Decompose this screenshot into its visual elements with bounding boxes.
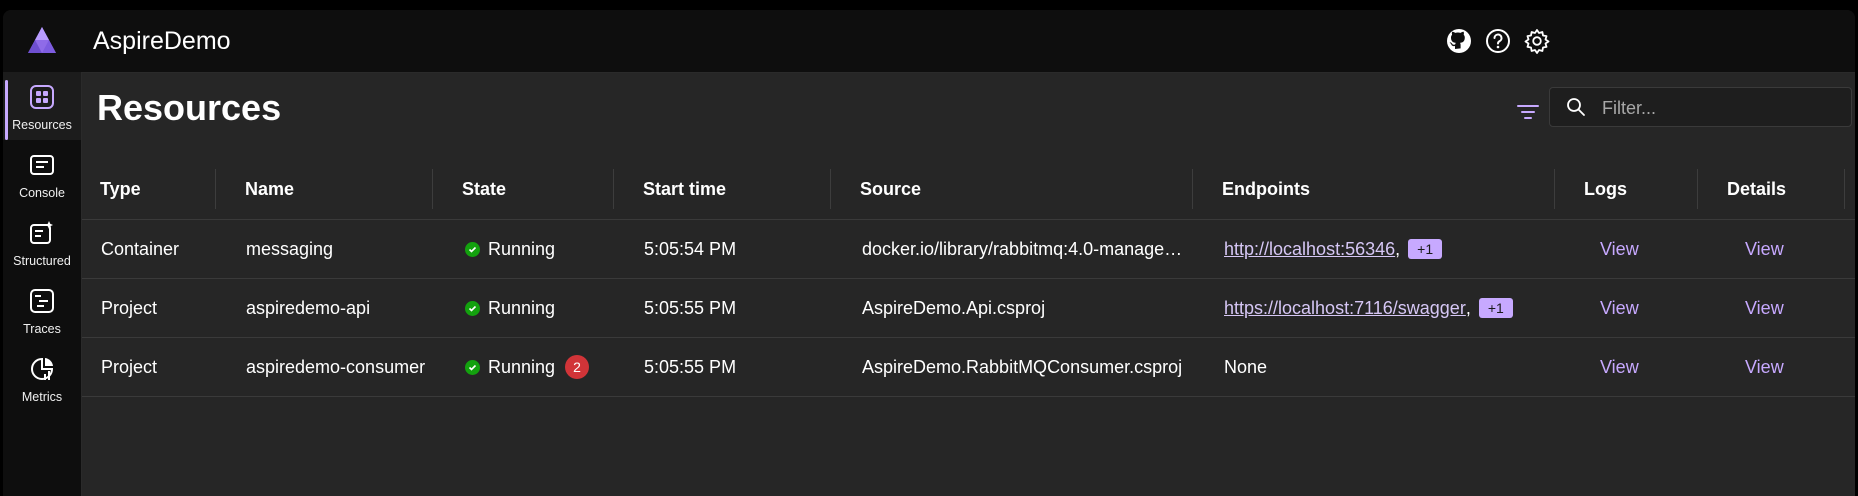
resource-type: Container (101, 238, 180, 259)
column-header-endpoints[interactable]: Endpoints (1222, 159, 1310, 219)
filter-input[interactable] (1600, 93, 1844, 123)
logs-view-link: View (1600, 338, 1639, 396)
traces-icon (27, 286, 57, 316)
resource-endpoints: http://localhost:56346, +1 (1224, 220, 1443, 278)
view-logs-link[interactable]: View (1600, 298, 1639, 319)
github-button[interactable] (1444, 26, 1474, 56)
logs-view-link: View (1600, 279, 1639, 337)
help-icon (1486, 29, 1510, 53)
error-count-badge[interactable]: 2 (565, 355, 590, 379)
running-check-icon (465, 359, 480, 375)
resource-source: AspireDemo.RabbitMQConsumer.csproj (862, 356, 1183, 377)
column-header-start-time[interactable]: Start time (643, 159, 726, 219)
resource-state: Running (465, 220, 555, 278)
resource-start-time: 5:05:54 PM (644, 238, 737, 259)
table-row[interactable]: Container messaging Running 5:05:54 PM d… (82, 220, 1855, 279)
aspire-logo-icon[interactable] (25, 24, 59, 58)
resource-source: docker.io/library/rabbitmq:4.0-manage… (862, 238, 1183, 259)
resource-endpoints: None (1224, 356, 1268, 377)
app-title: AspireDemo (93, 27, 231, 55)
filter-icon (1517, 105, 1539, 119)
table-header-row: Type Name State Start time Source Endpoi… (82, 159, 1855, 220)
filter-options-button[interactable] (1514, 98, 1542, 126)
resource-source: AspireDemo.Api.csproj (862, 297, 1046, 318)
endpoint-more-badge[interactable]: +1 (1478, 298, 1513, 318)
main-content: Resources Type Name State (82, 73, 1855, 496)
sidebar-item-traces[interactable]: Traces (3, 276, 81, 344)
view-logs-link[interactable]: View (1600, 357, 1639, 378)
sidebar-item-label: Structured (13, 254, 71, 268)
github-icon (1447, 29, 1471, 53)
sidebar-item-label: Console (19, 186, 65, 200)
structured-icon (27, 218, 57, 248)
table-row[interactable]: Project aspiredemo-api Running 5:05:55 P… (82, 279, 1855, 338)
sidebar-item-label: Traces (23, 322, 61, 336)
resource-state: Running 2 (465, 338, 590, 396)
search-icon (1567, 98, 1585, 116)
settings-button[interactable] (1522, 26, 1552, 56)
resource-name: messaging (246, 238, 334, 259)
endpoint-more-badge[interactable]: +1 (1408, 239, 1443, 259)
view-logs-link[interactable]: View (1600, 239, 1639, 260)
state-label: Running (488, 356, 556, 377)
resource-state: Running (465, 279, 555, 337)
details-view-link: View (1745, 279, 1784, 337)
column-header-name[interactable]: Name (245, 159, 294, 219)
column-header-state[interactable]: State (462, 159, 506, 219)
settings-icon (1524, 29, 1550, 54)
running-check-icon (465, 241, 480, 257)
metrics-icon (27, 354, 57, 384)
page-title: Resources (97, 87, 282, 128)
resource-name: aspiredemo-api (246, 297, 371, 318)
table-row[interactable]: Project aspiredemo-consumer Running 2 5:… (82, 338, 1855, 397)
sidebar-item-structured[interactable]: Structured (3, 208, 81, 276)
sidebar-item-metrics[interactable]: Metrics (3, 344, 81, 412)
endpoint-link[interactable]: http://localhost:56346 (1224, 239, 1395, 260)
column-header-details: Details (1727, 178, 1787, 199)
resource-endpoints: https://localhost:7116/swagger, +1 (1224, 279, 1513, 337)
resource-type: Project (101, 297, 158, 318)
column-header-type[interactable]: Type (100, 159, 141, 219)
sidebar-nav: Resources Console Structured Traces Metr… (3, 72, 82, 496)
top-bar: AspireDemo (3, 10, 1855, 73)
view-details-link[interactable]: View (1745, 357, 1784, 378)
endpoint-link[interactable]: https://localhost:7116/swagger (1224, 298, 1466, 319)
sidebar-item-label: Metrics (21, 390, 63, 404)
resource-start-time: 5:05:55 PM (644, 297, 737, 318)
details-view-link: View (1745, 338, 1784, 396)
app-window: AspireDemo Resources Console Structured … (3, 10, 1855, 496)
details-view-link: View (1745, 220, 1784, 278)
view-details-link[interactable]: View (1745, 298, 1784, 319)
console-icon (27, 150, 57, 180)
state-label: Running (488, 238, 556, 259)
resource-type: Project (101, 356, 158, 377)
logs-view-link: View (1600, 220, 1639, 278)
filter-search-box (1549, 87, 1852, 127)
resources-icon (27, 82, 57, 112)
resource-name: aspiredemo-consumer (246, 356, 426, 377)
help-button[interactable] (1483, 26, 1513, 56)
running-check-icon (465, 300, 480, 316)
resources-table: Type Name State Start time Source Endpoi… (82, 159, 1855, 397)
state-label: Running (488, 297, 556, 318)
resource-start-time: 5:05:55 PM (644, 356, 737, 377)
column-header-source[interactable]: Source (860, 159, 921, 219)
sidebar-item-console[interactable]: Console (3, 140, 81, 208)
sidebar-item-resources[interactable]: Resources (3, 72, 81, 140)
sidebar-item-label: Resources (12, 118, 72, 132)
view-details-link[interactable]: View (1745, 239, 1784, 260)
column-header-logs: Logs (1584, 178, 1627, 199)
